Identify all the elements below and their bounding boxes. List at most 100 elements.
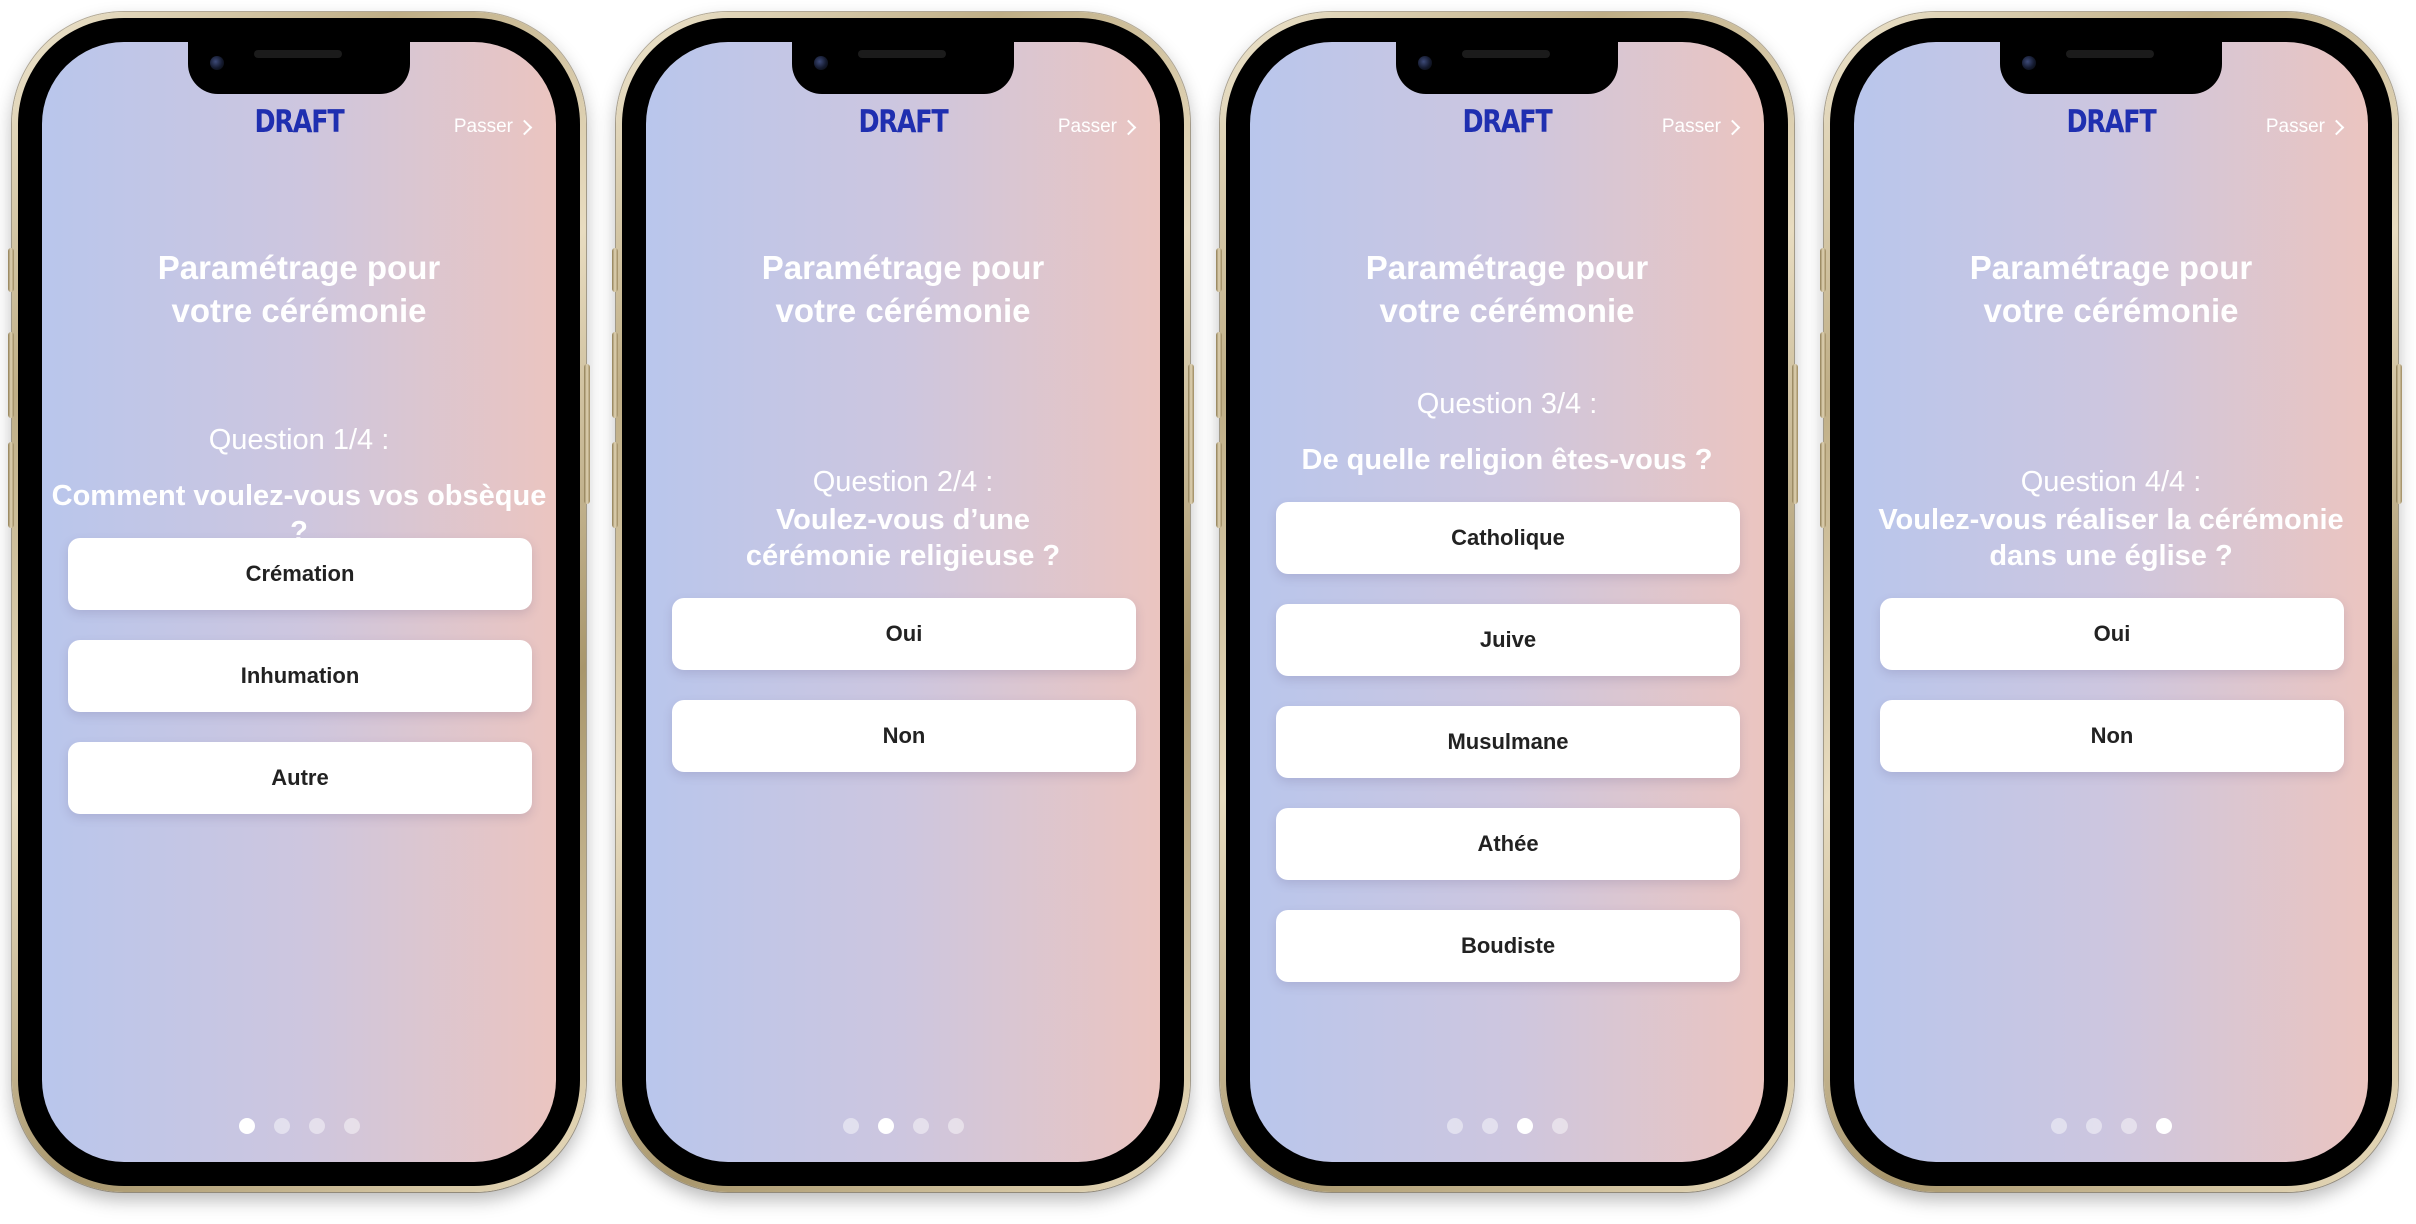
page-dot-2[interactable] <box>273 1118 290 1134</box>
chevron-right-icon <box>1120 119 1137 135</box>
option-autre-button[interactable]: Autre <box>68 742 532 814</box>
skip-label: Passer <box>453 116 513 137</box>
page-dot-4[interactable] <box>1551 1118 1568 1134</box>
option-cremation-button[interactable]: Crémation <box>68 538 532 610</box>
option-boudiste-button[interactable]: Boudiste <box>1276 910 1740 982</box>
side-button <box>1820 332 1826 418</box>
page-indicator <box>1250 1118 1764 1134</box>
option-athee-button[interactable]: Athée <box>1276 808 1740 880</box>
page-dot-1[interactable] <box>1446 1118 1463 1134</box>
page-dot-4[interactable] <box>343 1118 360 1134</box>
side-button <box>612 442 618 528</box>
title-line-2: votre cérémonie <box>171 292 427 329</box>
page-title: Paramétrage pour votre cérémonie <box>1854 246 2368 332</box>
option-non-button[interactable]: Non <box>672 700 1136 772</box>
page-title: Paramétrage pour votre cérémonie <box>42 246 556 332</box>
side-button <box>1188 364 1194 504</box>
question-text-line-1: Voulez-vous d’une <box>775 504 1031 536</box>
title-line-1: Paramétrage pour <box>157 249 441 286</box>
page-dot-1[interactable] <box>842 1118 859 1134</box>
side-button <box>584 364 590 504</box>
skip-label: Passer <box>1661 116 1721 137</box>
side-button <box>1820 248 1826 292</box>
side-button <box>8 442 14 528</box>
page-dot-2[interactable] <box>2085 1118 2102 1134</box>
question-number: Question 1/4 : <box>208 424 390 456</box>
page-dot-4[interactable] <box>2155 1118 2172 1134</box>
title-line-1: Paramétrage pour <box>1365 249 1649 286</box>
side-button <box>1216 442 1222 528</box>
page-dot-2[interactable] <box>1481 1118 1498 1134</box>
option-inhumation-button[interactable]: Inhumation <box>68 640 532 712</box>
page-title: Paramétrage pour votre cérémonie <box>646 246 1160 332</box>
side-button <box>1792 364 1798 504</box>
page-dot-3[interactable] <box>308 1118 325 1134</box>
page-dot-1[interactable] <box>238 1118 255 1134</box>
side-button <box>2396 364 2402 504</box>
question-text: Voulez-vous d’une cérémonie religieuse ? <box>646 502 1160 574</box>
onboarding-screen-3: DRAFT Passer Paramétrage pour votre céré… <box>1250 42 1764 1162</box>
page-dot-3[interactable] <box>2120 1118 2137 1134</box>
title-line-2: votre cérémonie <box>775 292 1031 329</box>
onboarding-screen-4: DRAFT Passer Paramétrage pour votre céré… <box>1854 42 2368 1162</box>
notch <box>1396 42 1618 94</box>
question-text: De quelle religion êtes-vous ? <box>1301 444 1713 476</box>
side-button <box>1820 442 1826 528</box>
title-line-1: Paramétrage pour <box>761 249 1045 286</box>
onboarding-screen-1: DRAFT Passer Paramétrage pour votre céré… <box>42 42 556 1162</box>
title-line-1: Paramétrage pour <box>1969 249 2253 286</box>
side-button <box>8 332 14 418</box>
side-button <box>8 248 14 292</box>
notch <box>792 42 1014 94</box>
phone-frame-4: DRAFT Passer Paramétrage pour votre céré… <box>1820 12 2402 1192</box>
option-catholique-button[interactable]: Catholique <box>1276 502 1740 574</box>
phone-frame-3: DRAFT Passer Paramétrage pour votre céré… <box>1216 12 1798 1192</box>
front-camera-icon <box>1418 56 1432 70</box>
draft-logo: DRAFT <box>1462 104 1553 140</box>
skip-button[interactable]: Passer <box>453 116 533 138</box>
page-title: Paramétrage pour votre cérémonie <box>1250 246 1764 332</box>
front-camera-icon <box>2022 56 2036 70</box>
page-indicator <box>1854 1118 2368 1134</box>
page-indicator <box>42 1118 556 1134</box>
question-text-line-2: dans une église ? <box>1989 540 2233 572</box>
phone-frame-1: DRAFT Passer Paramétrage pour votre céré… <box>8 12 590 1192</box>
skip-button[interactable]: Passer <box>1057 116 1137 138</box>
option-non-button[interactable]: Non <box>1880 700 2344 772</box>
option-juive-button[interactable]: Juive <box>1276 604 1740 676</box>
skip-button[interactable]: Passer <box>2265 116 2345 138</box>
title-line-2: votre cérémonie <box>1379 292 1635 329</box>
notch <box>188 42 410 94</box>
question-text-line-2: cérémonie religieuse ? <box>745 540 1061 572</box>
question-text: Voulez-vous réaliser la cérémonie dans u… <box>1854 502 2368 574</box>
skip-label: Passer <box>2265 116 2325 137</box>
page-dot-3[interactable] <box>912 1118 929 1134</box>
skip-button[interactable]: Passer <box>1661 116 1741 138</box>
question-number: Question 2/4 : <box>812 466 994 498</box>
question-text-line-1: Voulez-vous réaliser la cérémonie <box>1878 504 2344 536</box>
notch <box>2000 42 2222 94</box>
side-button <box>1216 248 1222 292</box>
page-dot-2[interactable] <box>877 1118 894 1134</box>
page-dot-1[interactable] <box>2050 1118 2067 1134</box>
page-dot-3[interactable] <box>1516 1118 1533 1134</box>
question-number: Question 4/4 : <box>2020 466 2202 498</box>
page-indicator <box>646 1118 1160 1134</box>
chevron-right-icon <box>516 119 533 135</box>
option-oui-button[interactable]: Oui <box>672 598 1136 670</box>
side-button <box>612 332 618 418</box>
side-button <box>1216 332 1222 418</box>
side-button <box>612 248 618 292</box>
front-camera-icon <box>814 56 828 70</box>
draft-logo: DRAFT <box>2066 104 2157 140</box>
skip-label: Passer <box>1057 116 1117 137</box>
front-camera-icon <box>210 56 224 70</box>
option-oui-button[interactable]: Oui <box>1880 598 2344 670</box>
chevron-right-icon <box>1724 119 1741 135</box>
question-number: Question 3/4 : <box>1416 388 1598 420</box>
phone-frame-2: DRAFT Passer Paramétrage pour votre céré… <box>612 12 1194 1192</box>
onboarding-screen-2: DRAFT Passer Paramétrage pour votre céré… <box>646 42 1160 1162</box>
page-dot-4[interactable] <box>947 1118 964 1134</box>
draft-logo: DRAFT <box>858 104 949 140</box>
option-musulmane-button[interactable]: Musulmane <box>1276 706 1740 778</box>
